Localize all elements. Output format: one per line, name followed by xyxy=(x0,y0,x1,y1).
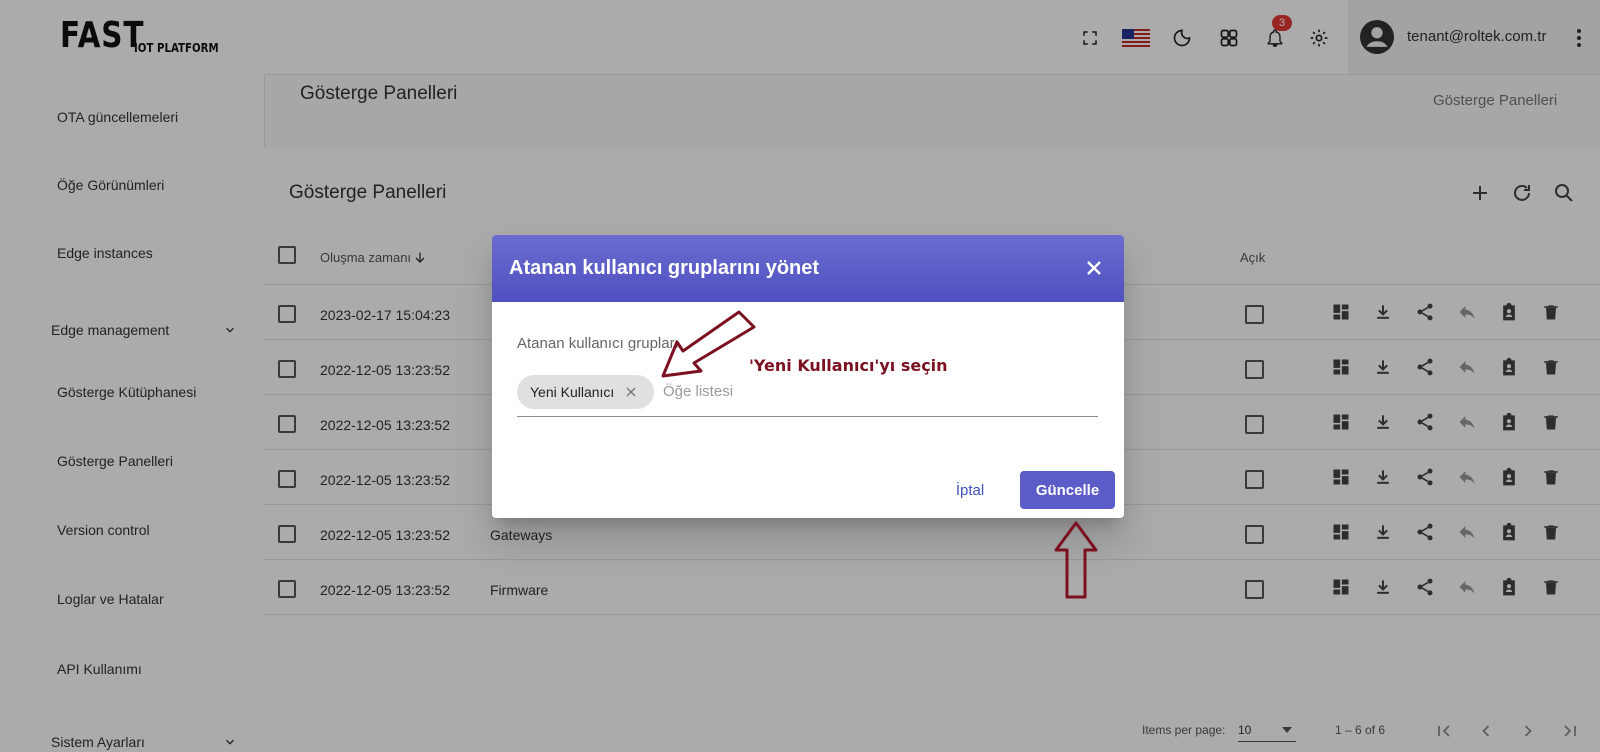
dialog-header: Atanan kullanıcı gruplarını yönet xyxy=(492,235,1124,302)
annotation-text: 'Yeni Kullanıcı'yı seçin xyxy=(749,356,948,375)
annotation-up-arrow-icon xyxy=(1054,521,1098,599)
close-icon[interactable] xyxy=(1082,256,1106,280)
cancel-button[interactable]: İptal xyxy=(938,471,1002,509)
entity-list-input[interactable]: Öğe listesi xyxy=(663,383,733,400)
user-group-chip[interactable]: Yeni Kullanıcı xyxy=(517,375,654,409)
manage-user-groups-dialog: Atanan kullanıcı gruplarını yönet Atanan… xyxy=(492,235,1124,518)
dialog-title: Atanan kullanıcı gruplarını yönet xyxy=(509,257,820,279)
annotation-arrow-icon xyxy=(661,310,756,378)
input-underline xyxy=(517,416,1098,417)
chip-remove-icon[interactable] xyxy=(623,384,639,400)
update-button[interactable]: Güncelle xyxy=(1020,471,1115,509)
chip-label: Yeni Kullanıcı xyxy=(530,384,615,400)
